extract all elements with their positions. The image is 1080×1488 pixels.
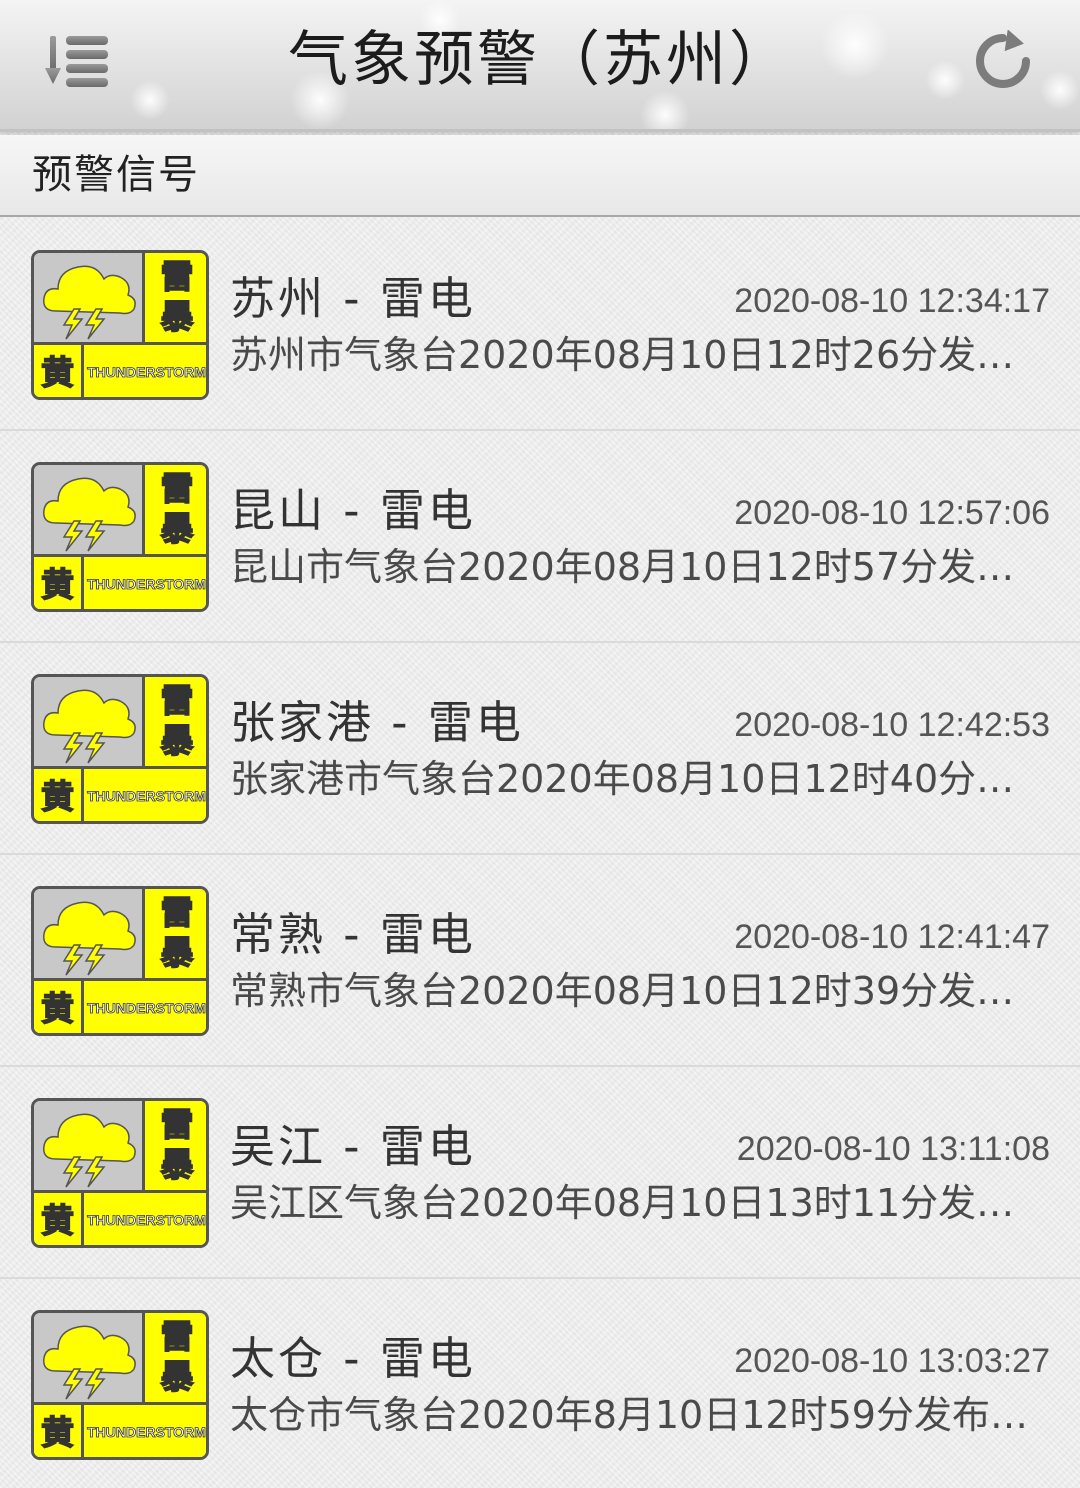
warning-time: 2020-08-10 12:57:06 bbox=[734, 494, 1050, 532]
warning-description: 昆山市气象台2020年08月10日12时57分发布雷电黄色预警信号 bbox=[230, 545, 1052, 589]
warning-description: 吴江区气象台2020年08月10日13时11分发布雷电黄色预警信号 bbox=[230, 1181, 1052, 1225]
thunderstorm-cloud-icon bbox=[43, 477, 136, 552]
refresh-button[interactable] bbox=[972, 29, 1034, 92]
badge-level: 黄 bbox=[34, 769, 84, 821]
badge-char-bottom: 暴 bbox=[160, 1356, 195, 1397]
thunderstorm-yellow-badge: 雷 暴 黄 THUNDERSTORM bbox=[31, 1098, 209, 1248]
thunderstorm-yellow-badge: 雷 暴 黄 THUNDERSTORM bbox=[31, 1310, 209, 1460]
badge-english: THUNDERSTORM bbox=[84, 345, 206, 397]
header-sparkle bbox=[925, 60, 965, 100]
badge-char-box: 雷 暴 bbox=[145, 889, 206, 981]
badge-char-box: 雷 暴 bbox=[145, 1101, 206, 1193]
warning-description: 太仓市气象台2020年8月10日12时59分发布雷电黄色预警信号 bbox=[230, 1393, 1052, 1437]
badge-level: 黄 bbox=[34, 1193, 84, 1245]
warning-item[interactable]: 雷 暴 黄 THUNDERSTORM 苏州 - 雷电 2020-08-10 12… bbox=[0, 219, 1080, 431]
thunderstorm-yellow-badge: 雷 暴 黄 THUNDERSTORM bbox=[31, 462, 209, 612]
thunderstorm-cloud-icon bbox=[43, 901, 136, 976]
warning-time: 2020-08-10 12:41:47 bbox=[734, 918, 1050, 956]
warning-item[interactable]: 雷 暴 黄 THUNDERSTORM 吴江 - 雷电 2020-08-10 13… bbox=[0, 1067, 1080, 1279]
badge-char-top: 雷 bbox=[160, 1316, 195, 1357]
header-sparkle bbox=[130, 80, 170, 120]
list-sort-icon bbox=[45, 36, 108, 87]
badge-char-bottom: 暴 bbox=[160, 720, 195, 761]
badge-english: THUNDERSTORM bbox=[84, 1405, 206, 1457]
badge-char-top: 雷 bbox=[160, 680, 195, 721]
warning-description: 常熟市气象台2020年08月10日12时39分发布雷电黄色预警信号 bbox=[230, 969, 1052, 1013]
cloud-box bbox=[34, 1313, 145, 1405]
warning-list: 雷 暴 黄 THUNDERSTORM 苏州 - 雷电 2020-08-10 12… bbox=[0, 219, 1080, 1488]
menu-button[interactable] bbox=[42, 32, 112, 88]
badge-char-bottom: 暴 bbox=[160, 1144, 195, 1185]
badge-level: 黄 bbox=[34, 1405, 84, 1457]
warning-time: 2020-08-10 12:42:53 bbox=[734, 706, 1050, 744]
thunderstorm-cloud-icon bbox=[43, 1113, 136, 1188]
warning-title: 张家港 - 雷电 bbox=[230, 696, 524, 749]
cloud-box bbox=[34, 677, 145, 769]
page-title: 气象预警（苏州） bbox=[288, 25, 792, 95]
badge-level: 黄 bbox=[34, 557, 84, 609]
warning-item[interactable]: 雷 暴 黄 THUNDERSTORM 常熟 - 雷电 2020-08-10 12… bbox=[0, 855, 1080, 1067]
refresh-icon bbox=[976, 29, 1030, 88]
section-header: 预警信号 bbox=[0, 135, 1080, 217]
warning-time: 2020-08-10 13:11:08 bbox=[736, 1130, 1050, 1168]
thunderstorm-yellow-badge: 雷 暴 黄 THUNDERSTORM bbox=[31, 886, 209, 1036]
warning-title: 昆山 - 雷电 bbox=[230, 484, 476, 537]
badge-char-bottom: 暴 bbox=[160, 296, 195, 337]
badge-char-top: 雷 bbox=[160, 256, 195, 297]
warning-time: 2020-08-10 13:03:27 bbox=[734, 1342, 1050, 1380]
warning-description: 张家港市气象台2020年08月10日12时40分发布雷电黄色预警信号 bbox=[230, 757, 1052, 801]
badge-char-box: 雷 暴 bbox=[145, 253, 206, 345]
warning-description: 苏州市气象台2020年08月10日12时26分发布雷电黄色预警信号 bbox=[230, 333, 1052, 377]
cloud-box bbox=[34, 1101, 145, 1193]
badge-char-box: 雷 暴 bbox=[145, 677, 206, 769]
warning-item[interactable]: 雷 暴 黄 THUNDERSTORM 昆山 - 雷电 2020-08-10 12… bbox=[0, 431, 1080, 643]
app-header: 气象预警（苏州） bbox=[0, 0, 1080, 132]
badge-char-top: 雷 bbox=[160, 1104, 195, 1145]
badge-english: THUNDERSTORM bbox=[84, 1193, 206, 1245]
badge-char-top: 雷 bbox=[160, 468, 195, 509]
badge-english: THUNDERSTORM bbox=[84, 769, 206, 821]
warning-title: 常熟 - 雷电 bbox=[230, 908, 476, 961]
badge-english: THUNDERSTORM bbox=[84, 557, 206, 609]
badge-char-top: 雷 bbox=[160, 892, 195, 933]
badge-char-box: 雷 暴 bbox=[145, 465, 206, 557]
header-sparkle bbox=[1040, 70, 1080, 110]
thunderstorm-cloud-icon bbox=[43, 689, 136, 764]
warning-time: 2020-08-10 12:34:17 bbox=[734, 282, 1050, 320]
badge-char-box: 雷 暴 bbox=[145, 1313, 206, 1405]
warning-title: 太仓 - 雷电 bbox=[230, 1332, 476, 1385]
badge-english: THUNDERSTORM bbox=[84, 981, 206, 1033]
badge-char-bottom: 暴 bbox=[160, 932, 195, 973]
badge-level: 黄 bbox=[34, 981, 84, 1033]
thunderstorm-yellow-badge: 雷 暴 黄 THUNDERSTORM bbox=[31, 674, 209, 824]
thunderstorm-cloud-icon bbox=[43, 265, 136, 340]
warning-title: 吴江 - 雷电 bbox=[230, 1120, 476, 1173]
thunderstorm-cloud-icon bbox=[43, 1325, 136, 1400]
warning-item[interactable]: 雷 暴 黄 THUNDERSTORM 张家港 - 雷电 2020-08-10 1… bbox=[0, 643, 1080, 855]
badge-char-bottom: 暴 bbox=[160, 508, 195, 549]
cloud-box bbox=[34, 253, 145, 345]
badge-level: 黄 bbox=[34, 345, 84, 397]
section-title: 预警信号 bbox=[32, 152, 200, 198]
warning-item[interactable]: 雷 暴 黄 THUNDERSTORM 太仓 - 雷电 2020-08-10 13… bbox=[0, 1279, 1080, 1488]
warning-title: 苏州 - 雷电 bbox=[230, 272, 476, 325]
cloud-box bbox=[34, 889, 145, 981]
thunderstorm-yellow-badge: 雷 暴 黄 THUNDERSTORM bbox=[31, 250, 209, 400]
cloud-box bbox=[34, 465, 145, 557]
